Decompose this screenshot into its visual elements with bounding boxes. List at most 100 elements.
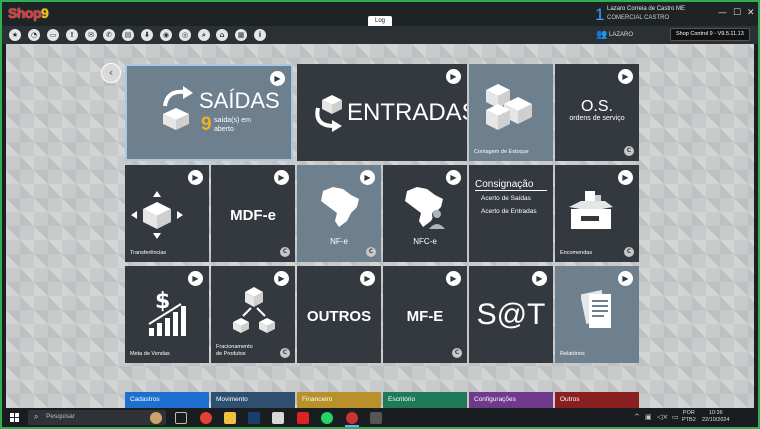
tab-cadastros[interactable]: Cadastros <box>125 392 209 408</box>
transfer-box-icon <box>131 191 183 239</box>
whatsapp-taskbar-icon[interactable] <box>321 412 333 424</box>
arrow-right-icon: ▶ <box>532 271 547 286</box>
tab-escritorio[interactable]: Escritório <box>383 392 467 408</box>
windows-start-icon[interactable] <box>10 413 19 422</box>
tile-consignacao[interactable]: Consignação Acerto de Saídas Acerto de E… <box>469 165 553 262</box>
dashboard-area: ‹ ▶ SAÍDAS 9 saída(s) em aberto ▶ ENTRAD… <box>6 44 754 408</box>
bank-icon[interactable]: ⌂ <box>216 29 228 41</box>
c-badge-icon: C <box>624 247 634 257</box>
paint-icon[interactable] <box>272 412 284 424</box>
outros-title: OUTROS <box>306 308 372 325</box>
saidas-title: SAÍDAS <box>199 88 280 113</box>
tile-saidas[interactable]: ▶ SAÍDAS 9 saída(s) em aberto <box>125 64 293 161</box>
arrow-right-icon: ▶ <box>274 170 289 185</box>
dashboard-icon[interactable]: ◔ <box>28 29 40 41</box>
app-taskbar-icon[interactable] <box>370 412 382 424</box>
tray-volume-icon[interactable]: ◁× <box>657 413 668 421</box>
user-group-icon: 👥 <box>596 30 608 40</box>
tile-nfce[interactable]: ▶ NFC-e <box>383 165 467 262</box>
language-code: POR <box>682 410 695 416</box>
tray-network-icon[interactable]: ▣ <box>645 413 652 421</box>
arrow-right-icon: ▶ <box>360 170 375 185</box>
tile-relatorios[interactable]: ▶ Relatórios <box>555 266 639 363</box>
taskbar-clock[interactable]: 10:36 22/10/2024 <box>702 410 730 424</box>
whatsapp-icon[interactable]: ✆ <box>103 29 115 41</box>
c-badge-icon: C <box>366 247 376 257</box>
tile-encomendas[interactable]: ▶ Encomendas C <box>555 165 639 262</box>
restore-button[interactable]: ☐ <box>733 8 741 18</box>
tab-financeiro[interactable]: Financeiro <box>297 392 381 408</box>
arrow-right-icon: ▶ <box>188 170 203 185</box>
tab-outros[interactable]: Outros <box>555 392 639 408</box>
chrome-icon[interactable] <box>200 412 212 424</box>
tile-mfe[interactable]: ▶ MF-E C <box>383 266 467 363</box>
folder-icon[interactable]: ▤ <box>122 29 134 41</box>
active-app-indicator <box>345 425 359 427</box>
tile-contagem-estoque[interactable]: Contagem de Estoque <box>469 64 553 161</box>
search-icon[interactable]: ⌕ <box>198 29 210 41</box>
mdfe-title: MDF-e <box>230 207 276 224</box>
tray-chevron-icon[interactable]: ^ <box>634 413 640 421</box>
mfe-title: MF-E <box>406 308 444 325</box>
steam-icon[interactable] <box>248 412 260 424</box>
star-icon[interactable]: ★ <box>9 29 21 41</box>
fracionamento-label-line2: de Produtos <box>216 351 246 357</box>
title-bar: Shop9 Log 1 Lazaro Correia de Castro ME … <box>2 2 758 26</box>
alert-icon[interactable]: ! <box>66 29 78 41</box>
entradas-title: ENTRADAS <box>347 99 467 126</box>
calendar-icon[interactable]: ▦ <box>235 29 247 41</box>
tile-nfe[interactable]: ▶ NF-e C <box>297 165 381 262</box>
minimize-button[interactable]: — <box>718 8 727 18</box>
company-number: 1 <box>595 5 605 24</box>
language-indicator[interactable]: POR PTB2 <box>682 410 696 424</box>
incoming-box-icon <box>315 95 342 132</box>
monitor-icon[interactable]: ▭ <box>47 29 59 41</box>
saidas-open-count: 9 <box>201 114 212 135</box>
tile-mdfe[interactable]: ▶ MDF-e C <box>211 165 295 262</box>
acerto-saidas-link[interactable]: Acerto de Saídas <box>481 195 531 202</box>
store-icon[interactable] <box>297 412 309 424</box>
svg-text:$: $ <box>155 289 170 314</box>
os-title: O.S. <box>580 98 613 115</box>
instagram-icon[interactable]: ◎ <box>179 29 191 41</box>
tab-configuracoes[interactable]: Configurações <box>469 392 553 408</box>
tile-outros[interactable]: ▶ OUTROS <box>297 266 381 363</box>
tile-ordens-servico[interactable]: ▶ O.S. ordens de serviço C <box>555 64 639 161</box>
open-box-icon <box>569 191 613 229</box>
arrow-right-icon: ▶ <box>618 271 633 286</box>
transferencias-label: Transferências <box>130 250 167 256</box>
taskbar-search-box[interactable]: ⌕ Pesquisar <box>28 410 166 425</box>
arrow-right-icon: ▶ <box>446 271 461 286</box>
cat-widget-icon[interactable] <box>150 412 162 424</box>
c-badge-icon: C <box>280 247 290 257</box>
shop9-taskbar-icon[interactable] <box>346 412 358 424</box>
tile-meta-vendas[interactable]: ▶ $ Meta de Vendas <box>125 266 209 363</box>
tile-entradas[interactable]: ▶ ENTRADAS <box>297 64 467 161</box>
arrow-right-icon: ▶ <box>360 271 375 286</box>
tile-transferencias[interactable]: ▶ Transferências <box>125 165 209 262</box>
keyboard-layout: PTB2 <box>682 417 696 423</box>
tile-sat[interactable]: ▶ S@T <box>469 266 553 363</box>
user-name[interactable]: LAZARO <box>609 30 633 40</box>
download-icon[interactable]: ⬇ <box>141 29 153 41</box>
back-arrow-button[interactable]: ‹ <box>101 63 121 83</box>
sales-chart-icon: $ <box>148 289 186 336</box>
info-icon[interactable]: i <box>254 29 266 41</box>
taskbar: ⌕ Pesquisar ^ ▣ ◁× ▭ POR PTB2 10:36 22/1… <box>2 408 758 427</box>
acerto-entradas-link[interactable]: Acerto de Entradas <box>481 208 537 215</box>
tab-movimento[interactable]: Movimento <box>211 392 295 408</box>
tile-fracionamento[interactable]: ▶ Fracionamento de Produtos C <box>211 266 295 363</box>
toolbar: ★ ◔ ▭ ! ✉ ✆ ▤ ⬇ ◉ ◎ ⌕ ⌂ ▦ i 👥 LAZARO Sho… <box>2 26 758 44</box>
contagem-estoque-label: Contagem de Estoque <box>474 149 529 155</box>
version-badge: Shop Control 9 - V9.5.11.13 <box>670 28 750 41</box>
eye-icon[interactable]: ◉ <box>160 29 172 41</box>
outgoing-box-icon <box>163 86 193 130</box>
task-view-icon[interactable] <box>175 412 187 424</box>
c-badge-icon: C <box>280 348 290 358</box>
file-explorer-icon[interactable] <box>224 412 236 424</box>
close-button[interactable]: ✕ <box>747 8 755 18</box>
brazil-map-user-icon <box>405 187 445 229</box>
tray-battery-icon[interactable]: ▭ <box>672 413 679 421</box>
mail-icon[interactable]: ✉ <box>85 29 97 41</box>
brazil-map-icon <box>321 187 359 227</box>
